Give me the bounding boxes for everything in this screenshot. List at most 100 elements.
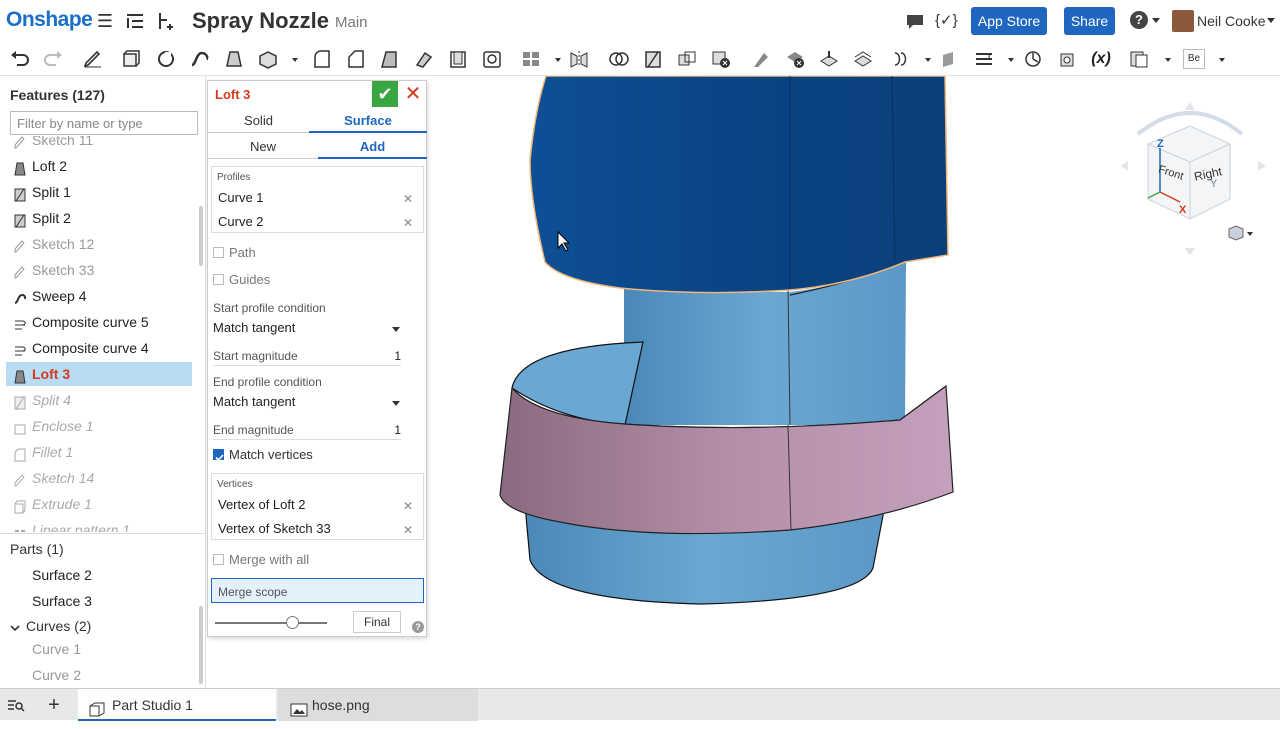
app-store-button[interactable]: App Store (971, 7, 1047, 35)
rib-icon[interactable] (413, 49, 435, 69)
part-item[interactable]: Surface 3 (32, 593, 92, 609)
mate-connector-icon[interactable] (1056, 49, 1078, 69)
feature-item-sweep-4[interactable]: Sweep 4 (6, 284, 192, 308)
path-checkbox[interactable] (213, 247, 224, 258)
tab-part-studio[interactable]: Part Studio 1 (78, 689, 276, 721)
delete-part-icon[interactable] (710, 49, 732, 69)
feature-item-extrude-1[interactable]: Extrude 1 (6, 492, 192, 516)
hole-icon[interactable] (481, 49, 503, 69)
vertex-item[interactable]: Vertex of Loft 2 (218, 497, 305, 512)
feature-item-split-2[interactable]: Split 2 (6, 206, 192, 230)
parts-list-scrollbar[interactable] (199, 606, 203, 684)
sweep-icon[interactable] (189, 49, 211, 69)
offset-surface-icon[interactable] (890, 49, 912, 69)
remove-icon[interactable]: ✕ (403, 192, 413, 206)
sketch-icon[interactable] (82, 49, 104, 69)
feature-item-enclose-1[interactable]: Enclose 1 (6, 414, 192, 438)
thicken-icon[interactable] (257, 49, 279, 69)
graphics-viewport[interactable]: Z X Y Front Right (428, 75, 1280, 688)
curve-item[interactable]: Curve 1 (32, 641, 81, 657)
merge-all-checkbox[interactable] (213, 554, 224, 565)
chevron-down-icon[interactable] (1000, 49, 1014, 69)
final-button[interactable]: Final (353, 611, 401, 633)
search-tabs-icon[interactable] (7, 697, 25, 713)
parts-title[interactable]: Parts (1) (10, 541, 64, 557)
help-icon[interactable]: ? (412, 621, 424, 633)
plane-icon[interactable] (939, 49, 961, 69)
feature-item-sketch-11[interactable]: Sketch 11 (6, 136, 192, 152)
undo-icon[interactable] (9, 49, 31, 69)
revolve-icon[interactable] (155, 49, 177, 69)
view-options-cube-icon[interactable] (1225, 224, 1253, 242)
feature-item-composite-curve-4[interactable]: Composite curve 4 (6, 336, 192, 360)
cancel-button[interactable]: ✕ (401, 81, 425, 107)
custom-features-icon[interactable] (1128, 49, 1150, 69)
onshape-logo[interactable]: Onshape (6, 8, 93, 32)
shell-icon[interactable] (447, 49, 469, 69)
variable-icon[interactable]: (x) (1090, 49, 1112, 69)
share-button[interactable]: Share (1064, 7, 1115, 35)
measure-icon[interactable] (1022, 49, 1044, 69)
feature-item-sketch-14[interactable]: Sketch 14 (6, 466, 192, 490)
start-magnitude-value[interactable]: 1 (394, 349, 401, 363)
chevron-down-icon[interactable] (284, 49, 298, 69)
end-magnitude-value[interactable]: 1 (394, 423, 401, 437)
filter-list-icon[interactable] (124, 10, 146, 32)
help-chevron-down-icon[interactable] (1152, 18, 1160, 23)
profiles-box[interactable]: Profiles Curve 1 ✕ Curve 2 ✕ (211, 166, 424, 233)
accept-button[interactable]: ✔ (372, 81, 398, 107)
feature-item-sketch-33[interactable]: Sketch 33 (6, 258, 192, 282)
feature-item-split-4[interactable]: Split 4 (6, 388, 192, 412)
chevron-down-icon[interactable] (1157, 49, 1171, 69)
feature-item-loft-3[interactable]: Loft 3 (6, 362, 192, 386)
chevron-down-icon[interactable] (547, 49, 561, 69)
tab-solid[interactable]: Solid (208, 109, 309, 133)
feature-item-composite-curve-5[interactable]: Composite curve 5 (6, 310, 192, 334)
chamfer-icon[interactable] (345, 49, 367, 69)
feature-item-fillet-1[interactable]: Fillet 1 (6, 440, 192, 464)
remove-icon[interactable]: ✕ (403, 523, 413, 537)
document-title[interactable]: Spray Nozzle (192, 8, 329, 34)
feature-item-split-1[interactable]: Split 1 (6, 180, 192, 204)
transform-icon[interactable] (676, 49, 698, 69)
mirror-icon[interactable] (568, 49, 590, 69)
curve-item[interactable]: Curve 2 (32, 667, 81, 683)
extrude-icon[interactable] (120, 49, 142, 69)
fillet-icon[interactable] (311, 49, 333, 69)
vertex-item[interactable]: Vertex of Sketch 33 (218, 521, 331, 536)
start-condition-select[interactable]: Match tangent (213, 320, 401, 335)
chevron-down-icon[interactable] (10, 620, 20, 632)
redo-icon[interactable] (42, 49, 64, 69)
draft-icon[interactable] (379, 49, 401, 69)
match-vertices-checkbox[interactable] (213, 449, 224, 462)
start-magnitude-field[interactable]: Start magnitude 1 (213, 349, 401, 366)
branch-label[interactable]: Main (335, 14, 368, 31)
replace-face-icon[interactable] (852, 49, 874, 69)
feature-item-linear-pattern-1[interactable]: Linear pattern 1 (6, 518, 192, 532)
tab-add[interactable]: Add (318, 135, 427, 159)
feature-item-sketch-12[interactable]: Sketch 12 (6, 232, 192, 256)
user-chevron-down-icon[interactable] (1267, 18, 1275, 23)
end-condition-select[interactable]: Match tangent (213, 394, 401, 409)
profile-item[interactable]: Curve 1 (218, 190, 264, 205)
profile-item[interactable]: Curve 2 (218, 214, 264, 229)
avatar[interactable] (1172, 10, 1194, 32)
remove-icon[interactable]: ✕ (403, 499, 413, 513)
part-item[interactable]: Surface 2 (32, 567, 92, 583)
vertices-box[interactable]: Vertices Vertex of Loft 2 ✕ Vertex of Sk… (211, 473, 424, 540)
tab-new[interactable]: New (208, 135, 318, 159)
feature-list-scrollbar[interactable] (199, 206, 203, 266)
curves-title[interactable]: Curves (2) (26, 618, 91, 634)
move-face-icon[interactable] (818, 49, 840, 69)
rollback-slider-track[interactable] (215, 622, 327, 624)
featurescript-icon[interactable]: {✓} (935, 10, 958, 32)
menu-icon[interactable]: ☰ (94, 10, 116, 32)
tab-image[interactable]: hose.png (278, 689, 478, 721)
merge-scope-field[interactable]: Merge scope (211, 578, 424, 603)
split-icon[interactable] (642, 49, 664, 69)
help-icon[interactable]: ? (1130, 11, 1148, 29)
remove-icon[interactable]: ✕ (403, 216, 413, 230)
delete-face-icon[interactable] (784, 49, 806, 69)
user-name[interactable]: Neil Cooke (1197, 13, 1265, 29)
rollback-slider-handle[interactable] (286, 616, 299, 629)
